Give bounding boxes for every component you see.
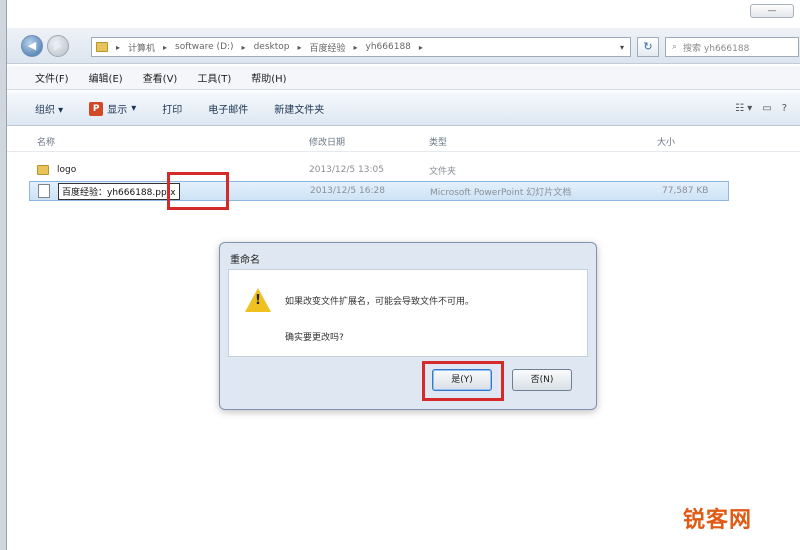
- search-icon: ⌕: [672, 42, 678, 52]
- minimize-button[interactable]: —: [750, 4, 794, 18]
- email-button[interactable]: 电子邮件: [208, 101, 248, 116]
- breadcrumb-current[interactable]: yh666188: [366, 42, 411, 52]
- menu-view[interactable]: 查看(V): [143, 70, 178, 85]
- rename-input[interactable]: 百度经验：yh666188.pptx: [58, 182, 180, 200]
- show-button[interactable]: P 显示 ▾: [89, 101, 136, 116]
- address-bar-area: ◀ ▶ ▸ 计算机 ▸ software (D:) ▸ desktop ▸ 百度…: [7, 28, 800, 64]
- menu-file[interactable]: 文件(F): [35, 70, 69, 85]
- print-button[interactable]: 打印: [162, 101, 182, 116]
- yes-button-highlight-box: [422, 361, 504, 401]
- folder-icon: [37, 165, 49, 175]
- breadcrumb-desktop[interactable]: desktop: [254, 42, 290, 52]
- breadcrumb-computer[interactable]: 计算机: [128, 41, 155, 54]
- folder-icon: [96, 42, 108, 52]
- file-type: 文件夹: [429, 166, 457, 177]
- breadcrumb-separator-icon: ▸: [116, 42, 121, 52]
- address-field[interactable]: ▸ 计算机 ▸ software (D:) ▸ desktop ▸ 百度经验 ▸…: [91, 37, 631, 57]
- file-size: 77,587 KB: [662, 186, 709, 196]
- dialog-message: 如果改变文件扩展名，可能会导致文件不可用。: [285, 297, 475, 307]
- breadcrumb-separator-icon: ▸: [418, 42, 423, 52]
- show-label: 显示: [107, 105, 128, 116]
- forward-arrow-icon[interactable]: ▶: [47, 35, 69, 57]
- menu-edit[interactable]: 编辑(E): [89, 70, 123, 85]
- no-button[interactable]: 否(N): [512, 369, 572, 391]
- view-options-icon[interactable]: ☷ ▾: [735, 103, 752, 114]
- view-controls: ☷ ▾ ▭ ?: [735, 103, 800, 114]
- breadcrumb-separator-icon: ▸: [297, 42, 302, 52]
- column-size[interactable]: 大小: [657, 135, 675, 148]
- address-dropdown-icon[interactable]: ▾: [614, 43, 630, 52]
- breadcrumb-drive[interactable]: software (D:): [175, 42, 234, 52]
- file-name-text: logo: [57, 165, 77, 175]
- chevron-down-icon: ▾: [131, 103, 137, 114]
- search-placeholder: 搜索 yh666188: [683, 43, 750, 54]
- breadcrumb-separator-icon: ▸: [241, 42, 246, 52]
- file-row-folder[interactable]: logo 2013/12/5 13:05 文件夹: [29, 160, 729, 180]
- document-icon: [38, 184, 50, 198]
- warning-icon: !: [245, 288, 271, 312]
- file-type: Microsoft PowerPoint 幻灯片文档: [430, 187, 572, 198]
- file-date: 2013/12/5 13:05: [309, 165, 384, 175]
- powerpoint-icon: P: [89, 101, 104, 116]
- menu-help[interactable]: 帮助(H): [251, 70, 286, 85]
- refresh-icon[interactable]: ↻: [637, 37, 659, 57]
- dialog-question: 确实要更改吗?: [285, 333, 344, 343]
- breadcrumb-separator-icon: ▸: [353, 42, 358, 52]
- new-folder-button[interactable]: 新建文件夹: [274, 101, 324, 116]
- column-name[interactable]: 名称: [37, 135, 55, 148]
- breadcrumb-baidu[interactable]: 百度经验: [309, 41, 345, 54]
- menu-bar: 文件(F) 编辑(E) 查看(V) 工具(T) 帮助(H): [7, 66, 800, 90]
- explorer-window: — ◀ ▶ ▸ 计算机 ▸ software (D:) ▸ desktop ▸ …: [6, 0, 800, 550]
- column-type[interactable]: 类型: [429, 135, 447, 148]
- extension-highlight-box: [167, 172, 229, 210]
- dialog-body: ! 如果改变文件扩展名，可能会导致文件不可用。 确实要更改吗?: [228, 269, 588, 357]
- breadcrumb-separator-icon: ▸: [163, 42, 168, 52]
- menu-tools[interactable]: 工具(T): [197, 70, 231, 85]
- command-toolbar: 组织 ▾ P 显示 ▾ 打印 电子邮件 新建文件夹 ☷ ▾ ▭ ?: [7, 92, 800, 126]
- file-name: logo: [37, 165, 76, 175]
- file-date: 2013/12/5 16:28: [310, 186, 385, 196]
- help-icon[interactable]: ?: [782, 103, 787, 114]
- dialog-title: 重命名: [230, 255, 260, 266]
- preview-pane-icon[interactable]: ▭: [762, 103, 771, 114]
- column-headers: 名称 修改日期 类型 大小: [7, 128, 800, 152]
- search-input[interactable]: ⌕ 搜索 yh666188: [665, 37, 799, 57]
- watermark-logo: 锐客网: [682, 508, 752, 533]
- file-name: 百度经验：yh666188.pptx: [38, 182, 180, 200]
- column-date[interactable]: 修改日期: [309, 135, 345, 148]
- file-row-pptx[interactable]: 百度经验：yh666188.pptx 2013/12/5 16:28 Micro…: [29, 181, 729, 201]
- back-arrow-icon[interactable]: ◀: [21, 35, 43, 57]
- rename-dialog: 重命名 ! 如果改变文件扩展名，可能会导致文件不可用。 确实要更改吗? 是(Y)…: [219, 242, 597, 410]
- organize-button[interactable]: 组织 ▾: [35, 101, 63, 116]
